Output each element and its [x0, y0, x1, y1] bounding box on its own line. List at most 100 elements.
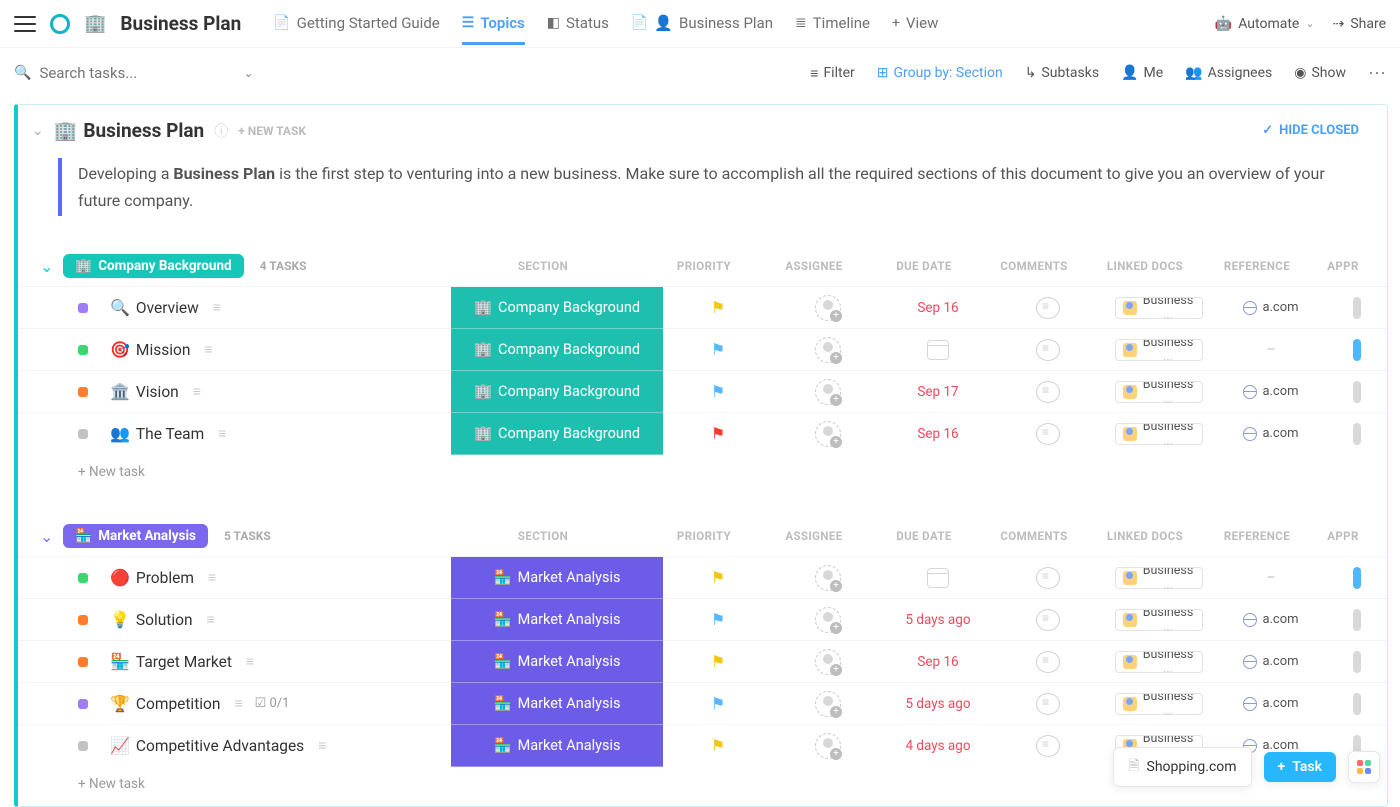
priority-cell[interactable]: ⚑	[663, 382, 773, 401]
hide-closed-button[interactable]: ✓ HIDE CLOSED	[1262, 123, 1373, 138]
doc-chip[interactable]: Business ...	[1115, 297, 1203, 319]
appr-cell[interactable]	[1327, 423, 1387, 445]
col-comments[interactable]: COMMENTS	[979, 529, 1089, 543]
col-comments[interactable]: COMMENTS	[979, 259, 1089, 273]
col-docs[interactable]: LINKED DOCS	[1089, 529, 1201, 543]
subtask-count[interactable]: ☑ 0/1	[255, 696, 290, 711]
more-icon[interactable]: ⋯	[1368, 63, 1386, 84]
list-title[interactable]: 🏢 Business Plan	[54, 119, 204, 142]
description-icon[interactable]: ≡	[204, 341, 212, 358]
assignee-cell[interactable]	[773, 379, 883, 405]
new-task-pill[interactable]: + Task	[1264, 752, 1336, 782]
description-icon[interactable]: ≡	[318, 737, 326, 754]
col-due[interactable]: DUE DATE	[869, 259, 979, 273]
status-indicator[interactable]	[78, 741, 88, 751]
section-cell[interactable]: 🏢 Company Background	[451, 413, 663, 455]
comments-cell[interactable]	[993, 609, 1103, 631]
due-date[interactable]: 5 days ago	[905, 612, 970, 628]
collapse-icon[interactable]: ⌄	[32, 123, 44, 139]
view-timeline[interactable]: ≣ Timeline	[795, 14, 870, 45]
due-cell[interactable]: Sep 17	[883, 384, 993, 400]
appr-cell[interactable]	[1327, 651, 1387, 673]
status-indicator[interactable]	[78, 615, 88, 625]
description-icon[interactable]: ≡	[218, 425, 226, 442]
assignees-button[interactable]: 👥Assignees	[1185, 65, 1272, 81]
status-indicator[interactable]	[78, 429, 88, 439]
collapse-icon[interactable]: ⌄	[40, 257, 53, 276]
ref-cell[interactable]: a.com	[1215, 612, 1327, 627]
section-cell[interactable]: 🏪 Market Analysis	[451, 683, 663, 725]
add-task-button[interactable]: + New task	[18, 454, 1387, 486]
ref-cell[interactable]: a.com	[1215, 654, 1327, 669]
priority-cell[interactable]: ⚑	[663, 694, 773, 713]
comments-cell[interactable]	[993, 567, 1103, 589]
comments-cell[interactable]	[993, 297, 1103, 319]
task-row[interactable]: 🏆 Competition ≡ ☑ 0/1 🏪 Market Analysis …	[18, 682, 1387, 724]
assignee-cell[interactable]	[773, 421, 883, 447]
assignee-cell[interactable]	[773, 691, 883, 717]
col-assignee[interactable]: ASSIGNEE	[759, 259, 869, 273]
due-date[interactable]: Sep 16	[917, 426, 958, 442]
priority-cell[interactable]: ⚑	[663, 568, 773, 587]
task-row[interactable]: 🔴 Problem ≡ 🏪 Market Analysis ⚑ Business…	[18, 556, 1387, 598]
apps-button[interactable]	[1348, 751, 1380, 783]
view-getting-started[interactable]: 📄 Getting Started Guide	[273, 14, 440, 45]
docs-cell[interactable]: Business ...	[1103, 567, 1215, 589]
me-button[interactable]: 👤Me	[1121, 65, 1163, 81]
section-cell[interactable]: 🏪 Market Analysis	[451, 599, 663, 641]
due-date[interactable]: Sep 16	[917, 654, 958, 670]
col-assignee[interactable]: ASSIGNEE	[759, 529, 869, 543]
workspace-title[interactable]: Business Plan	[120, 12, 241, 35]
docs-cell[interactable]: Business ...	[1103, 297, 1215, 319]
ref-cell[interactable]: –	[1215, 342, 1327, 358]
automate-button[interactable]: 🤖 Automate ⌄	[1215, 16, 1315, 32]
group-chip[interactable]: 🏪 Market Analysis	[63, 524, 208, 548]
comments-cell[interactable]	[993, 423, 1103, 445]
ref-cell[interactable]: a.com	[1215, 696, 1327, 711]
docs-cell[interactable]: Business ...	[1103, 693, 1215, 715]
description-icon[interactable]: ≡	[207, 611, 215, 628]
assignee-cell[interactable]	[773, 733, 883, 759]
calendar-icon[interactable]	[927, 568, 949, 588]
comments-cell[interactable]	[993, 735, 1103, 757]
doc-chip[interactable]: Business ...	[1115, 693, 1203, 715]
col-approved[interactable]: APPR	[1313, 529, 1373, 543]
col-section[interactable]: SECTION	[437, 529, 649, 543]
doc-chip[interactable]: Business ...	[1115, 339, 1203, 361]
search[interactable]: 🔍 ⌄	[14, 64, 254, 82]
calendar-icon[interactable]	[927, 340, 949, 360]
ref-cell[interactable]: a.com	[1215, 300, 1327, 315]
section-cell[interactable]: 🏢 Company Background	[451, 287, 663, 329]
status-indicator[interactable]	[78, 699, 88, 709]
task-name[interactable]: Problem	[136, 569, 194, 587]
show-button[interactable]: ◉Show	[1294, 65, 1346, 81]
groupby-button[interactable]: ⊞Group by: Section	[877, 65, 1003, 81]
appr-cell[interactable]	[1327, 693, 1387, 715]
assignee-cell[interactable]	[773, 607, 883, 633]
ref-cell[interactable]: a.com	[1215, 426, 1327, 441]
task-name[interactable]: Solution	[136, 611, 193, 629]
priority-cell[interactable]: ⚑	[663, 424, 773, 443]
search-input[interactable]	[39, 64, 199, 82]
reference-chip[interactable]: a.com	[1243, 696, 1298, 711]
col-due[interactable]: DUE DATE	[869, 529, 979, 543]
col-reference[interactable]: REFERENCE	[1201, 259, 1313, 273]
share-button[interactable]: ⇢ Share	[1333, 16, 1386, 32]
section-cell[interactable]: 🏪 Market Analysis	[451, 641, 663, 683]
info-icon[interactable]: ⓘ	[214, 121, 228, 141]
task-row[interactable]: 🏛️ Vision ≡ 🏢 Company Background ⚑ Sep 1…	[18, 370, 1387, 412]
ref-cell[interactable]: a.com	[1215, 384, 1327, 399]
due-cell[interactable]: 5 days ago	[883, 696, 993, 712]
due-cell[interactable]: Sep 16	[883, 426, 993, 442]
section-cell[interactable]: 🏢 Company Background	[451, 371, 663, 413]
col-priority[interactable]: PRIORITY	[649, 529, 759, 543]
doc-chip[interactable]: Business ...	[1115, 567, 1203, 589]
task-name[interactable]: Mission	[136, 341, 190, 359]
comments-cell[interactable]	[993, 339, 1103, 361]
due-cell[interactable]	[883, 340, 993, 360]
description[interactable]: Developing a Business Plan is the first …	[58, 158, 1365, 216]
view-business-plan[interactable]: 📄 👤 Business Plan	[631, 14, 773, 45]
doc-chip[interactable]: Business ...	[1115, 609, 1203, 631]
comments-cell[interactable]	[993, 651, 1103, 673]
due-cell[interactable]	[883, 568, 993, 588]
